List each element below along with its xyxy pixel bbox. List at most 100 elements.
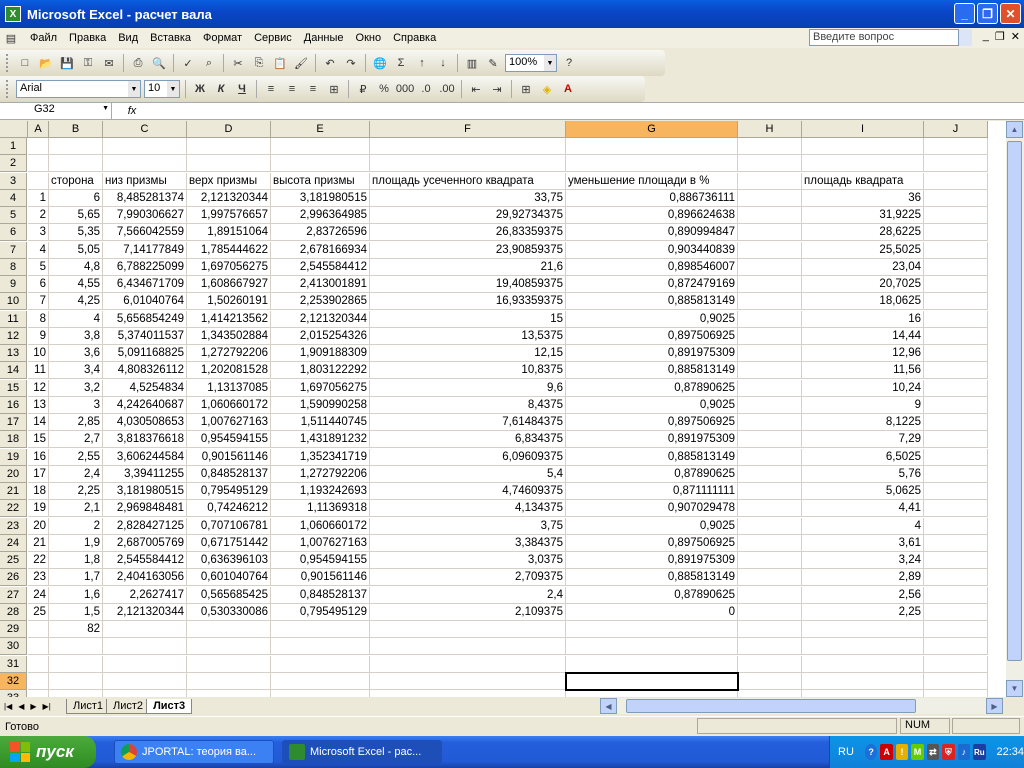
- copy-icon[interactable]: ⎘: [250, 54, 268, 72]
- row-header[interactable]: 21: [0, 483, 27, 500]
- cell[interactable]: [103, 638, 187, 656]
- sort-descending-icon[interactable]: ↓: [434, 54, 452, 72]
- first-sheet-icon[interactable]: |◀: [4, 702, 12, 711]
- cell[interactable]: [370, 155, 566, 173]
- menu-file[interactable]: Файл: [24, 32, 63, 44]
- cell[interactable]: [187, 690, 271, 697]
- doc-restore-button[interactable]: ❐: [995, 30, 1005, 43]
- cell[interactable]: [802, 672, 924, 690]
- vertical-scrollbar[interactable]: ▲ ▼: [1006, 121, 1024, 697]
- sheet-tab-3[interactable]: Лист3: [146, 698, 193, 714]
- name-box[interactable]: G32 ▼: [0, 103, 112, 119]
- acrobat-icon[interactable]: A: [880, 744, 893, 760]
- cell[interactable]: 3,2: [49, 379, 103, 397]
- cell[interactable]: 1,5: [49, 603, 103, 621]
- cell[interactable]: [924, 189, 988, 207]
- cell[interactable]: 9: [28, 327, 49, 345]
- last-sheet-icon[interactable]: ▶|: [43, 702, 51, 711]
- cell[interactable]: 2,2627417: [103, 586, 187, 604]
- shield-icon[interactable]: !: [895, 744, 909, 760]
- cell[interactable]: 4,5254834: [103, 379, 187, 397]
- cell[interactable]: 21,6: [370, 258, 566, 276]
- cell[interactable]: 3,6: [49, 345, 103, 362]
- cell[interactable]: 4: [28, 241, 49, 259]
- cell[interactable]: [370, 138, 566, 155]
- cell[interactable]: 23: [28, 569, 49, 587]
- cell[interactable]: 0,565685425: [187, 586, 271, 604]
- cell[interactable]: 15: [370, 310, 566, 328]
- cell[interactable]: 0,795495129: [271, 603, 370, 621]
- row-header[interactable]: 14: [0, 362, 27, 380]
- cell[interactable]: 0,601040764: [187, 569, 271, 587]
- column-header-b[interactable]: B: [49, 121, 103, 138]
- cell[interactable]: 0,954594155: [187, 431, 271, 449]
- row-header[interactable]: 6: [0, 224, 27, 242]
- cell[interactable]: 3,4: [49, 362, 103, 380]
- cell[interactable]: [103, 155, 187, 173]
- row-header[interactable]: 26: [0, 569, 27, 587]
- cell[interactable]: [187, 155, 271, 173]
- toolbar-grip[interactable]: [6, 54, 9, 72]
- row-header[interactable]: 27: [0, 586, 27, 604]
- cut-icon[interactable]: ✂: [229, 54, 247, 72]
- next-sheet-icon[interactable]: ▶: [30, 702, 36, 711]
- cell[interactable]: [187, 638, 271, 656]
- save-icon[interactable]: 💾: [58, 54, 76, 72]
- menu-data[interactable]: Данные: [298, 32, 350, 44]
- cell[interactable]: [566, 138, 738, 155]
- format-painter-icon[interactable]: 🖌: [292, 54, 310, 72]
- spreadsheet-grid[interactable]: A B C D E F G H I J 1 2 3 сторона низ призмы верх призм…: [0, 121, 1006, 697]
- start-button[interactable]: пуск: [0, 736, 96, 768]
- cell[interactable]: 25: [28, 603, 49, 621]
- task-browser[interactable]: JPORTAL: теория ва...: [114, 740, 274, 764]
- cell[interactable]: [738, 293, 802, 311]
- cell[interactable]: [28, 155, 49, 173]
- cell[interactable]: [738, 138, 802, 155]
- cell[interactable]: 15: [28, 431, 49, 449]
- cell[interactable]: 1,9: [49, 534, 103, 552]
- cell[interactable]: 3,75: [370, 517, 566, 535]
- doc-close-button[interactable]: ✕: [1011, 30, 1020, 43]
- cell[interactable]: 0,885813149: [566, 448, 738, 466]
- antivirus-icon[interactable]: ⛨: [942, 744, 955, 760]
- row-header[interactable]: 3: [0, 172, 27, 190]
- cell[interactable]: 2,253902865: [271, 293, 370, 311]
- cell[interactable]: 1,352341719: [271, 448, 370, 466]
- cell[interactable]: 3,818376618: [103, 431, 187, 449]
- scroll-left-button[interactable]: ◀: [600, 698, 617, 714]
- horizontal-scrollbar[interactable]: ◀ ▶: [600, 698, 1003, 714]
- row-header[interactable]: 8: [0, 258, 27, 276]
- cell[interactable]: 18,0625: [802, 293, 924, 311]
- cell[interactable]: [566, 155, 738, 173]
- cell[interactable]: 7,990306627: [103, 207, 187, 224]
- font-color-icon[interactable]: A: [559, 80, 577, 98]
- cell[interactable]: [103, 621, 187, 638]
- cell[interactable]: [370, 690, 566, 697]
- cell[interactable]: 7,14177849: [103, 241, 187, 259]
- cell[interactable]: [924, 431, 988, 449]
- cell[interactable]: [802, 638, 924, 656]
- cell[interactable]: 0,896624638: [566, 207, 738, 224]
- cell[interactable]: 2,121320344: [187, 189, 271, 207]
- cell[interactable]: [738, 500, 802, 518]
- open-icon[interactable]: 📂: [37, 54, 55, 72]
- column-header-d[interactable]: D: [187, 121, 271, 138]
- cell[interactable]: 0,891975309: [566, 345, 738, 362]
- cell[interactable]: 1,511440745: [271, 414, 370, 431]
- cell[interactable]: 0,9025: [566, 517, 738, 535]
- scroll-thumb[interactable]: [1007, 141, 1022, 661]
- row-header[interactable]: 30: [0, 638, 27, 656]
- cell[interactable]: 9: [802, 396, 924, 414]
- cell[interactable]: 2,4: [49, 465, 103, 483]
- cell[interactable]: 3,8: [49, 327, 103, 345]
- cell[interactable]: 4,242640687: [103, 396, 187, 414]
- merge-center-icon[interactable]: ⊞: [325, 80, 343, 98]
- row-header[interactable]: 4: [0, 189, 27, 207]
- cell[interactable]: [566, 690, 738, 697]
- cell[interactable]: [738, 621, 802, 638]
- cell[interactable]: 2,121320344: [271, 310, 370, 328]
- cell[interactable]: [566, 621, 738, 638]
- cell[interactable]: 5,05: [49, 241, 103, 259]
- column-header-i[interactable]: I: [802, 121, 924, 138]
- cell[interactable]: 5,656854249: [103, 310, 187, 328]
